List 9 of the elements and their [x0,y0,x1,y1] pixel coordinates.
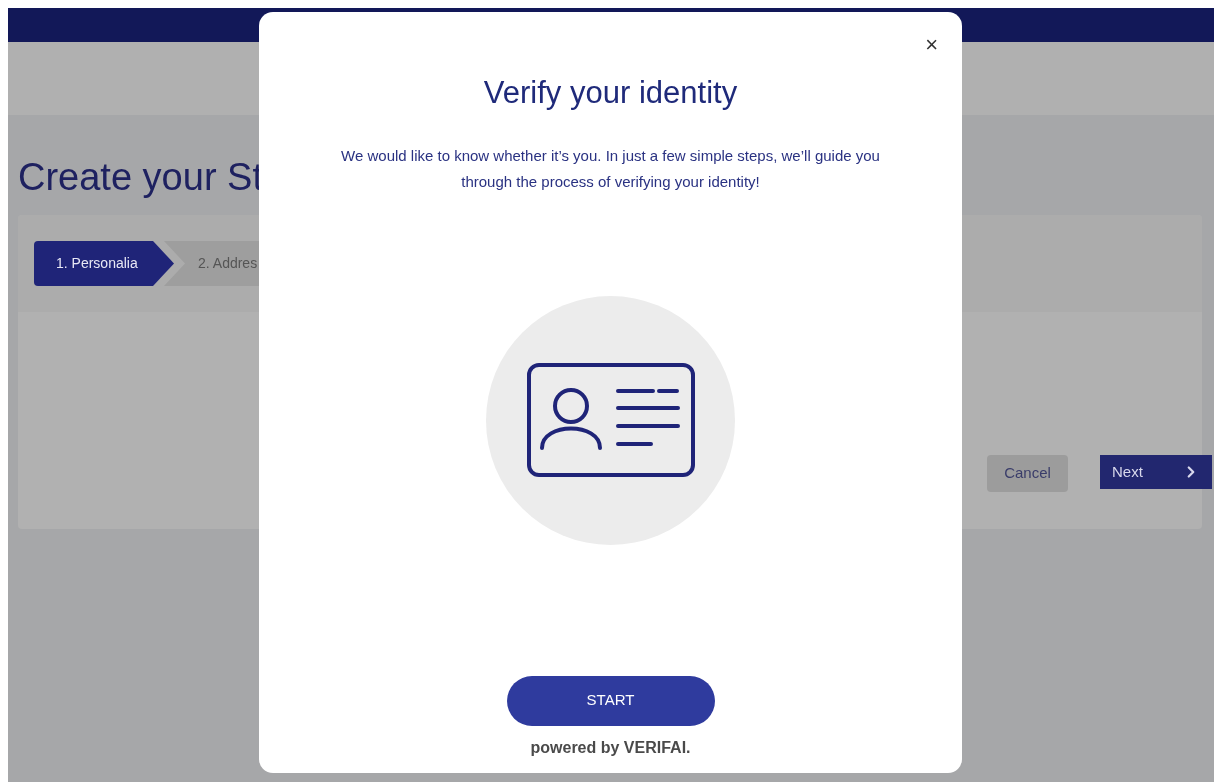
powered-by-text: powered by VERIFAI. [530,737,691,758]
id-card-icon [525,362,696,478]
step-tab[interactable]: 1. Personalia [34,241,174,286]
dialog-title: Verify your identity [483,74,738,112]
start-button[interactable]: START [506,675,715,726]
next-button[interactable]: Next [1100,455,1212,489]
dialog-description: We would like to know whether it’s you. In just a few simple steps, we’ll guide you through the process of verifying your identity! [340,145,881,192]
cancel-button[interactable]: Cancel [987,455,1068,492]
close-button[interactable]: × [925,34,938,56]
